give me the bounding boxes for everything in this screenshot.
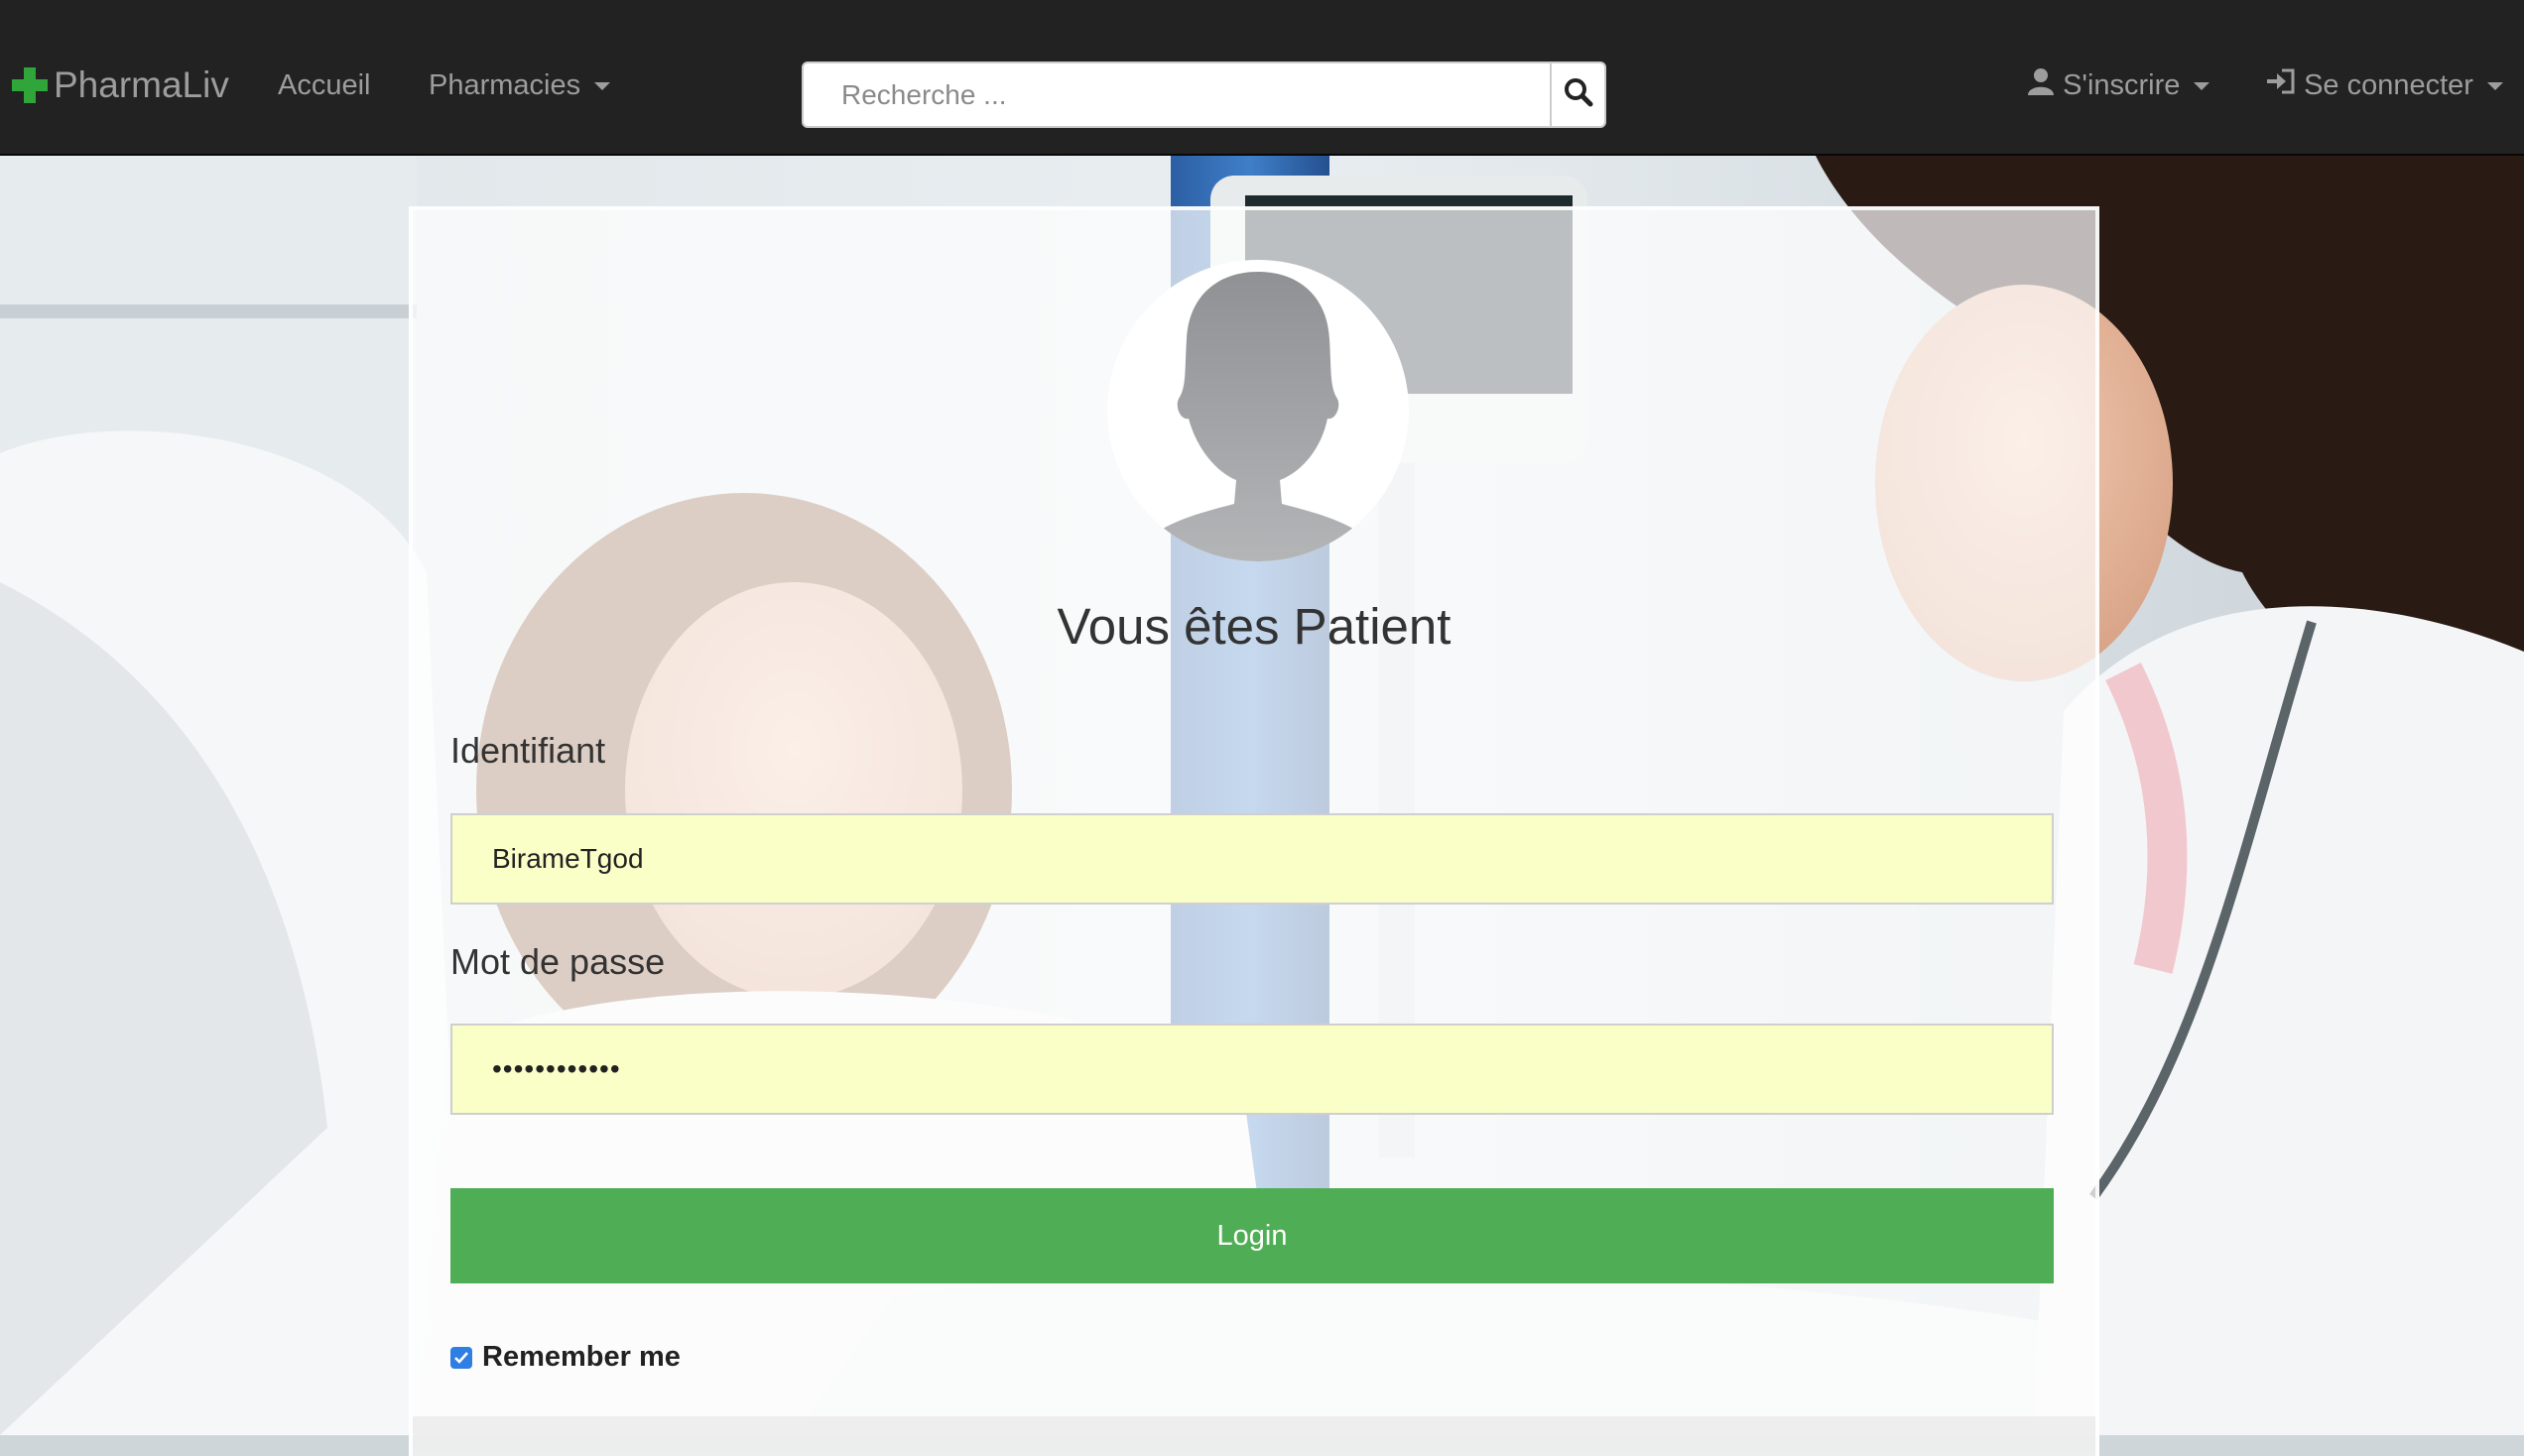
username-field[interactable] bbox=[450, 813, 2054, 905]
search-button[interactable] bbox=[1550, 63, 1604, 126]
caret-down-icon bbox=[594, 82, 611, 91]
nav-home-link[interactable]: Accueil bbox=[278, 60, 371, 111]
nav-register-dropdown[interactable]: S'inscrire bbox=[2027, 60, 2210, 112]
search-input[interactable] bbox=[804, 63, 1554, 126]
remember-me-label: Remember me bbox=[482, 1341, 681, 1373]
nav-register-label: S'inscrire bbox=[2063, 69, 2181, 101]
username-label: Identifiant bbox=[450, 730, 606, 771]
nav-pharmacies-label: Pharmacies bbox=[429, 69, 581, 101]
password-label: Mot de passe bbox=[450, 941, 666, 982]
top-navbar: PharmaLiv Accueil Pharmacies S'inscrire bbox=[0, 0, 2524, 156]
panel-footer bbox=[413, 1416, 2095, 1456]
remember-me-checkbox[interactable] bbox=[450, 1346, 472, 1369]
checkmark-icon bbox=[454, 1351, 468, 1364]
plus-cross-icon bbox=[10, 65, 50, 105]
user-silhouette-icon bbox=[1107, 260, 1409, 561]
brand-name: PharmaLiv bbox=[54, 64, 229, 105]
user-icon bbox=[2027, 61, 2055, 112]
password-field[interactable] bbox=[450, 1024, 2054, 1115]
login-button-label: Login bbox=[1216, 1219, 1288, 1252]
caret-down-icon bbox=[2194, 82, 2210, 91]
brand-link[interactable]: PharmaLiv bbox=[10, 60, 229, 111]
nav-login-dropdown[interactable]: Se connecter bbox=[2266, 60, 2503, 111]
search-icon bbox=[1564, 77, 1593, 112]
login-title: Vous êtes Patient bbox=[1057, 598, 1451, 655]
remember-me-option[interactable]: Remember me bbox=[450, 1341, 681, 1374]
nav-home-label: Accueil bbox=[278, 69, 371, 101]
search-form bbox=[802, 61, 1606, 128]
login-panel: Vous êtes Patient Identifiant Mot de pas… bbox=[409, 206, 2099, 1456]
sign-in-icon bbox=[2266, 61, 2296, 112]
login-button[interactable]: Login bbox=[450, 1188, 2054, 1283]
nav-login-label: Se connecter bbox=[2304, 69, 2473, 101]
nav-pharmacies-dropdown[interactable]: Pharmacies bbox=[429, 60, 611, 111]
caret-down-icon bbox=[2486, 82, 2503, 91]
